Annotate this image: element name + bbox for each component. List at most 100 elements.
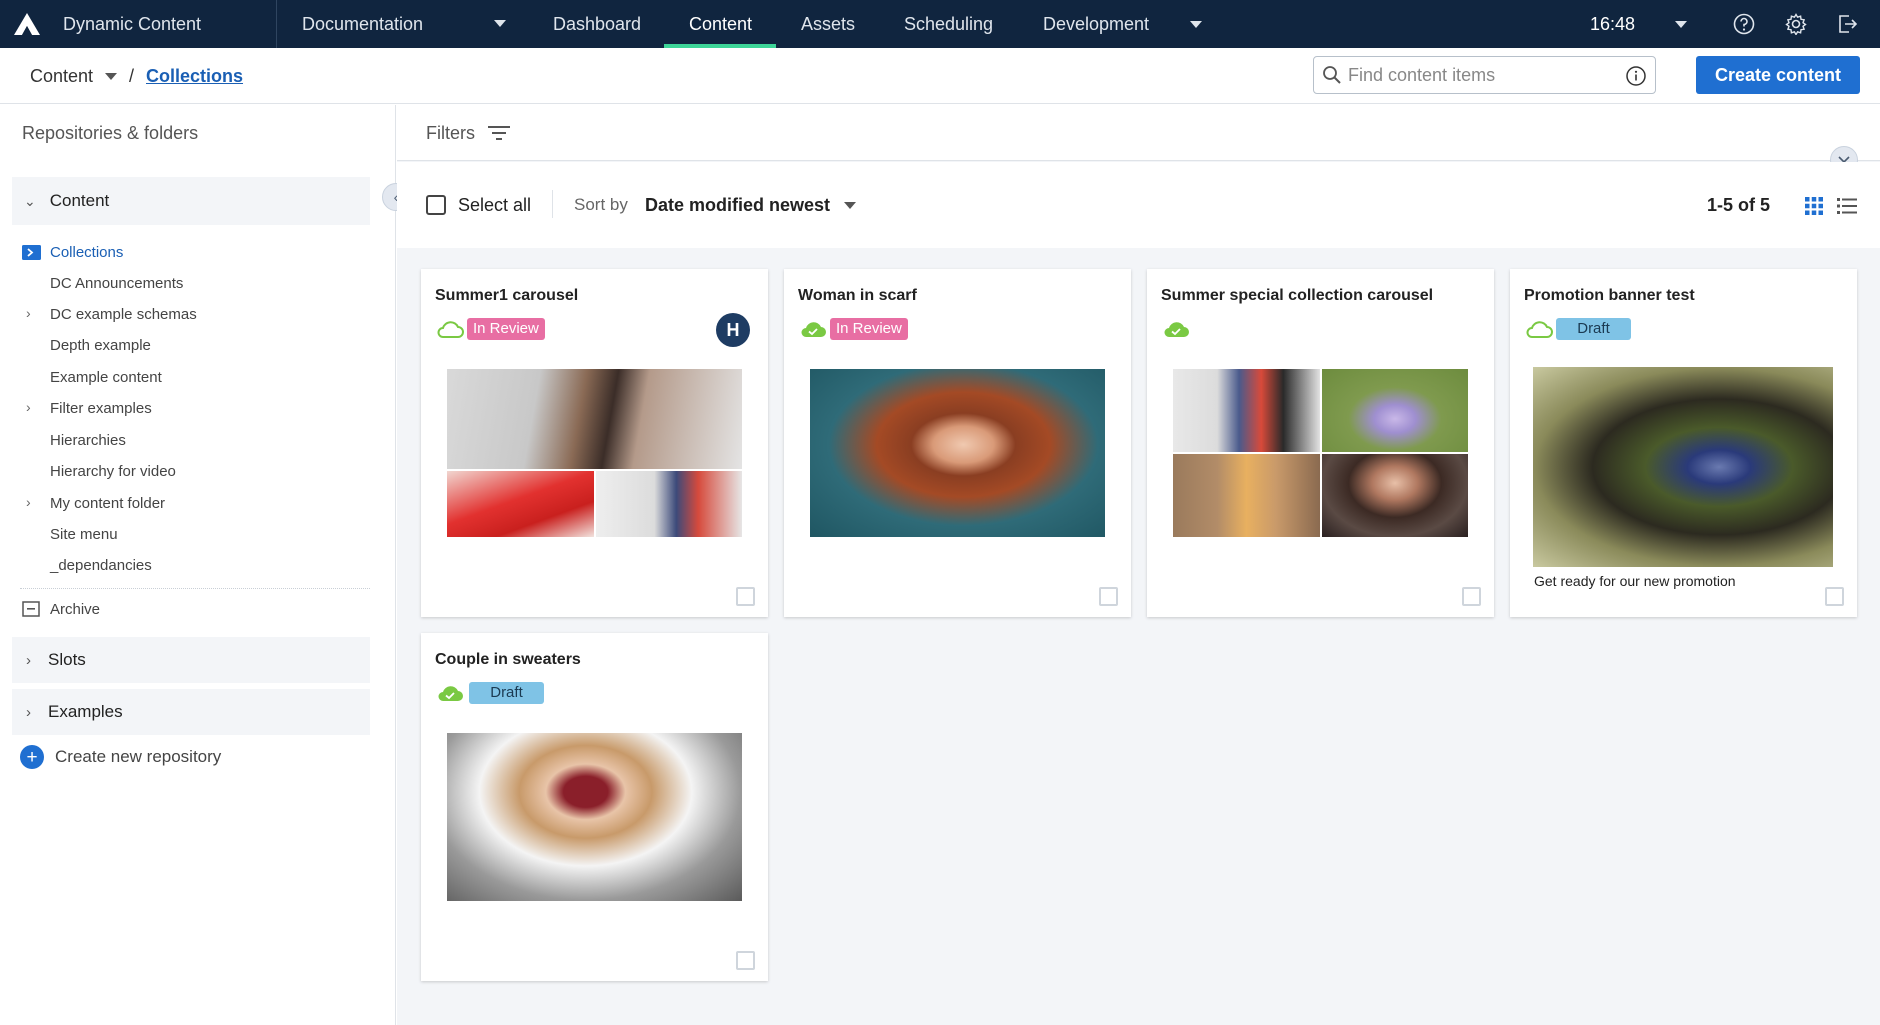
content-card[interactable]: Couple in sweaters Draft — [421, 633, 768, 981]
sidebar-item-filter-examples[interactable]: Filter examples — [50, 399, 152, 419]
filter-bar: Filters — [397, 105, 1880, 161]
sidebar-item-hierarchy-for-video[interactable]: Hierarchy for video — [50, 462, 176, 482]
repository-examples[interactable]: › Examples — [12, 689, 370, 735]
sidebar: Repositories & folders ⌄ Content Collect… — [0, 105, 396, 1025]
content-card[interactable]: Promotion banner test Draft Get ready fo… — [1510, 269, 1857, 617]
sidebar-item-dc-example-schemas[interactable]: DC example schemas — [50, 305, 197, 325]
checkbox — [426, 195, 446, 215]
status-badge: In Review — [830, 318, 908, 340]
filters-button[interactable]: Filters — [426, 105, 511, 161]
card-title: Woman in scarf — [798, 287, 917, 304]
search-input[interactable]: Find content items — [1313, 56, 1656, 94]
chevron-right-icon[interactable]: › — [26, 494, 31, 510]
thumbnail-image — [447, 369, 742, 469]
sidebar-item-collections[interactable]: Collections — [50, 243, 123, 263]
cloud-sync-icon — [437, 321, 464, 338]
chevron-right-icon: › — [26, 651, 31, 669]
chevron-right-icon[interactable]: › — [26, 399, 31, 415]
sidebar-item-archive[interactable]: Archive — [50, 600, 100, 620]
status-badge: In Review — [467, 318, 545, 340]
repository-slots[interactable]: › Slots — [12, 637, 370, 683]
gear-icon[interactable] — [1785, 0, 1807, 48]
clock: 16:48 — [1590, 13, 1636, 34]
card-checkbox[interactable] — [736, 951, 755, 970]
card-thumbnail-image — [1533, 367, 1833, 567]
sort-dropdown[interactable]: Date modified newest — [645, 162, 857, 248]
chevron-right-icon: › — [26, 703, 31, 721]
breadcrumb-current[interactable]: Collections — [146, 48, 243, 104]
card-checkbox[interactable] — [1099, 587, 1118, 606]
create-repository-label: Create new repository — [55, 747, 222, 766]
hub-name: Documentation — [302, 13, 424, 34]
content-card[interactable]: Summer special collection carousel — [1147, 269, 1494, 617]
tab-development[interactable]: Development — [1043, 0, 1149, 48]
sidebar-item-depth-example[interactable]: Depth example — [50, 336, 151, 356]
more-tabs-dropdown[interactable] — [1190, 0, 1202, 48]
card-caption: Get ready for our new promotion — [1534, 573, 1736, 589]
sidebar-item-my-content-folder[interactable]: My content folder — [50, 494, 165, 514]
tab-content[interactable]: Content — [689, 0, 752, 48]
filters-label: Filters — [426, 122, 475, 143]
cloud-sync-icon — [1526, 321, 1553, 338]
clock-dropdown[interactable] — [1675, 0, 1687, 48]
nav-divider — [276, 0, 277, 48]
top-navigation: Dynamic Content Documentation Dashboard … — [0, 0, 1880, 48]
create-content-button[interactable]: Create content — [1696, 56, 1860, 94]
sidebar-item-site-menu[interactable]: Site menu — [50, 525, 118, 545]
sort-label: Sort by — [574, 195, 628, 214]
app-name: Dynamic Content — [63, 13, 202, 34]
sidebar-item-dependancies[interactable]: _dependancies — [50, 556, 152, 576]
status-badge: Draft — [1556, 318, 1631, 340]
chevron-right-icon[interactable]: › — [26, 305, 31, 321]
card-checkbox[interactable] — [1825, 587, 1844, 606]
folder-icon — [22, 245, 41, 260]
sidebar-item-example-content[interactable]: Example content — [50, 368, 162, 388]
card-status: Draft — [1524, 317, 1631, 341]
archive-icon — [22, 601, 40, 617]
sidebar-item-hierarchies[interactable]: Hierarchies — [50, 431, 126, 451]
chevron-down-icon — [494, 20, 506, 27]
card-checkbox[interactable] — [1462, 587, 1481, 606]
repository-label: Examples — [48, 702, 123, 721]
info-icon[interactable] — [1625, 65, 1647, 87]
logout-icon[interactable] — [1836, 0, 1858, 48]
tab-scheduling[interactable]: Scheduling — [904, 0, 993, 48]
select-all-checkbox[interactable]: Select all — [426, 162, 531, 248]
list-view-icon[interactable] — [1837, 197, 1857, 215]
thumbnail-image — [1321, 369, 1468, 452]
content-card[interactable]: Woman in scarf In Review — [784, 269, 1131, 617]
toolbar-divider — [552, 190, 553, 218]
repository-content[interactable]: ⌄ Content — [12, 177, 370, 225]
search-icon — [1323, 66, 1341, 84]
help-icon[interactable] — [1733, 0, 1755, 48]
breadcrumb-root-label: Content — [30, 65, 94, 86]
tab-assets[interactable]: Assets — [801, 0, 855, 48]
cloud-sync-icon — [1164, 322, 1189, 337]
sidebar-title: Repositories & folders — [22, 123, 199, 143]
card-thumbnail-collage — [447, 369, 742, 537]
thumbnail-image — [1173, 454, 1320, 537]
breadcrumb-root[interactable]: Content — [30, 48, 118, 104]
repository-label: Slots — [48, 650, 86, 669]
chevron-down-icon — [1190, 20, 1202, 28]
card-status — [1161, 317, 1191, 341]
create-repository-button[interactable]: + Create new repository — [20, 745, 221, 769]
content-card[interactable]: Summer1 carousel In Review H — [421, 269, 768, 617]
divider — [20, 588, 370, 589]
card-status: Draft — [435, 681, 544, 705]
avatar[interactable]: H — [716, 313, 750, 347]
cloud-sync-icon — [438, 686, 463, 701]
card-thumbnail-collage — [1173, 369, 1468, 537]
amplience-logo-icon[interactable] — [12, 0, 42, 48]
tab-dashboard[interactable]: Dashboard — [553, 0, 641, 48]
thumbnail-image — [1321, 454, 1468, 537]
sort-value: Date modified newest — [645, 194, 831, 215]
cloud-sync-icon — [801, 322, 826, 337]
grid-view-icon[interactable] — [1805, 197, 1823, 215]
chevron-down-icon — [1675, 20, 1687, 28]
card-checkbox[interactable] — [736, 587, 755, 606]
sidebar-item-dc-announcements[interactable]: DC Announcements — [50, 274, 183, 294]
status-badge: Draft — [469, 682, 544, 704]
search-placeholder: Find content items — [1348, 65, 1496, 85]
hub-selector[interactable]: Documentation — [302, 0, 512, 48]
